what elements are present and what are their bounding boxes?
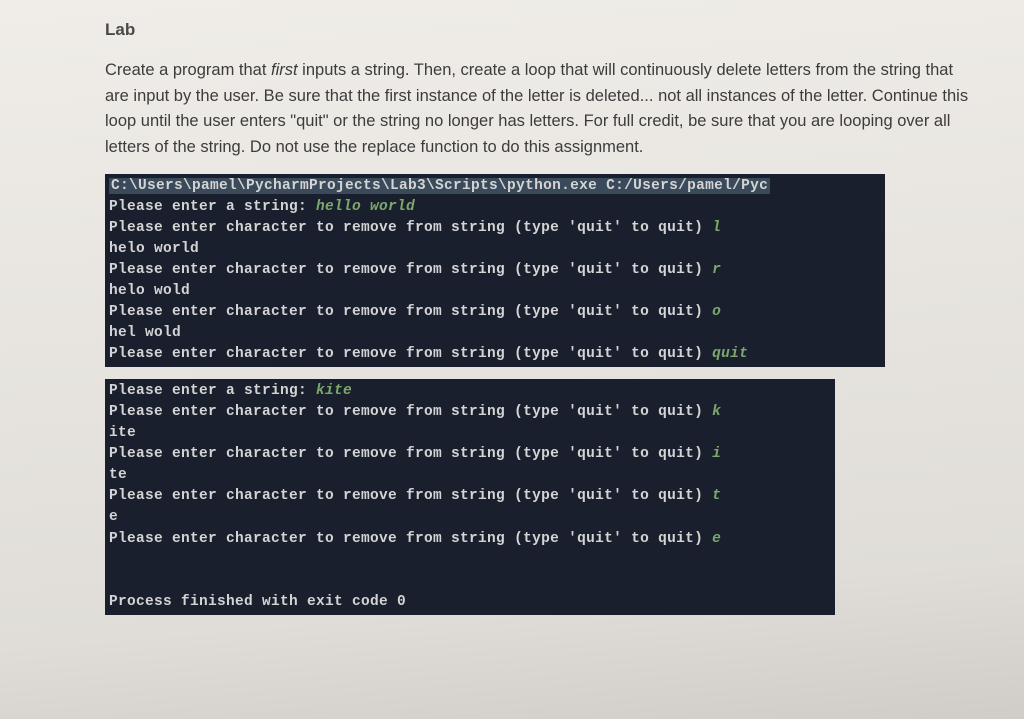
lab-instructions: Create a program that first inputs a str… [105,58,974,160]
terminal-prompt: Please enter a string: [109,383,316,399]
terminal-output-2: Please enter a string: kite Please enter… [105,379,835,614]
terminal-user-input: l [712,220,721,236]
terminal-prompt: Please enter character to remove from st… [109,531,712,547]
terminal-user-input: k [712,404,721,420]
terminal-prompt: Please enter character to remove from st… [109,304,712,320]
terminal-prompt: Please enter character to remove from st… [109,404,712,420]
terminal-output-line: Process finished with exit code 0 [109,594,406,610]
emphasized-word: first [271,61,298,79]
terminal-user-input: i [712,446,721,462]
terminal-output-line: hel wold [109,325,181,341]
terminal-user-input: t [712,488,721,504]
terminal-prompt: Please enter character to remove from st… [109,220,712,236]
terminal-path: C:\Users\pamel\PycharmProjects\Lab3\Scri… [109,178,770,194]
lab-title: Lab [105,20,974,40]
terminal-output-line: helo wold [109,283,190,299]
terminal-user-input: quit [712,346,748,362]
terminal-output-line: helo world [109,241,199,257]
terminal-output-1: C:\Users\pamel\PycharmProjects\Lab3\Scri… [105,174,885,367]
terminal-prompt: Please enter character to remove from st… [109,488,712,504]
terminal-user-input: e [712,531,721,547]
terminal-user-input: hello world [316,199,415,215]
terminal-output-line: te [109,467,127,483]
lab-document: Lab Create a program that first inputs a… [40,20,984,615]
terminal-prompt: Please enter character to remove from st… [109,346,712,362]
terminal-output-line: e [109,509,118,525]
terminal-user-input: kite [316,383,352,399]
terminal-output-line: ite [109,425,136,441]
terminal-prompt: Please enter character to remove from st… [109,262,712,278]
terminal-user-input: o [712,304,721,320]
terminal-prompt: Please enter character to remove from st… [109,446,712,462]
terminal-user-input: r [712,262,721,278]
terminal-prompt: Please enter a string: [109,199,316,215]
